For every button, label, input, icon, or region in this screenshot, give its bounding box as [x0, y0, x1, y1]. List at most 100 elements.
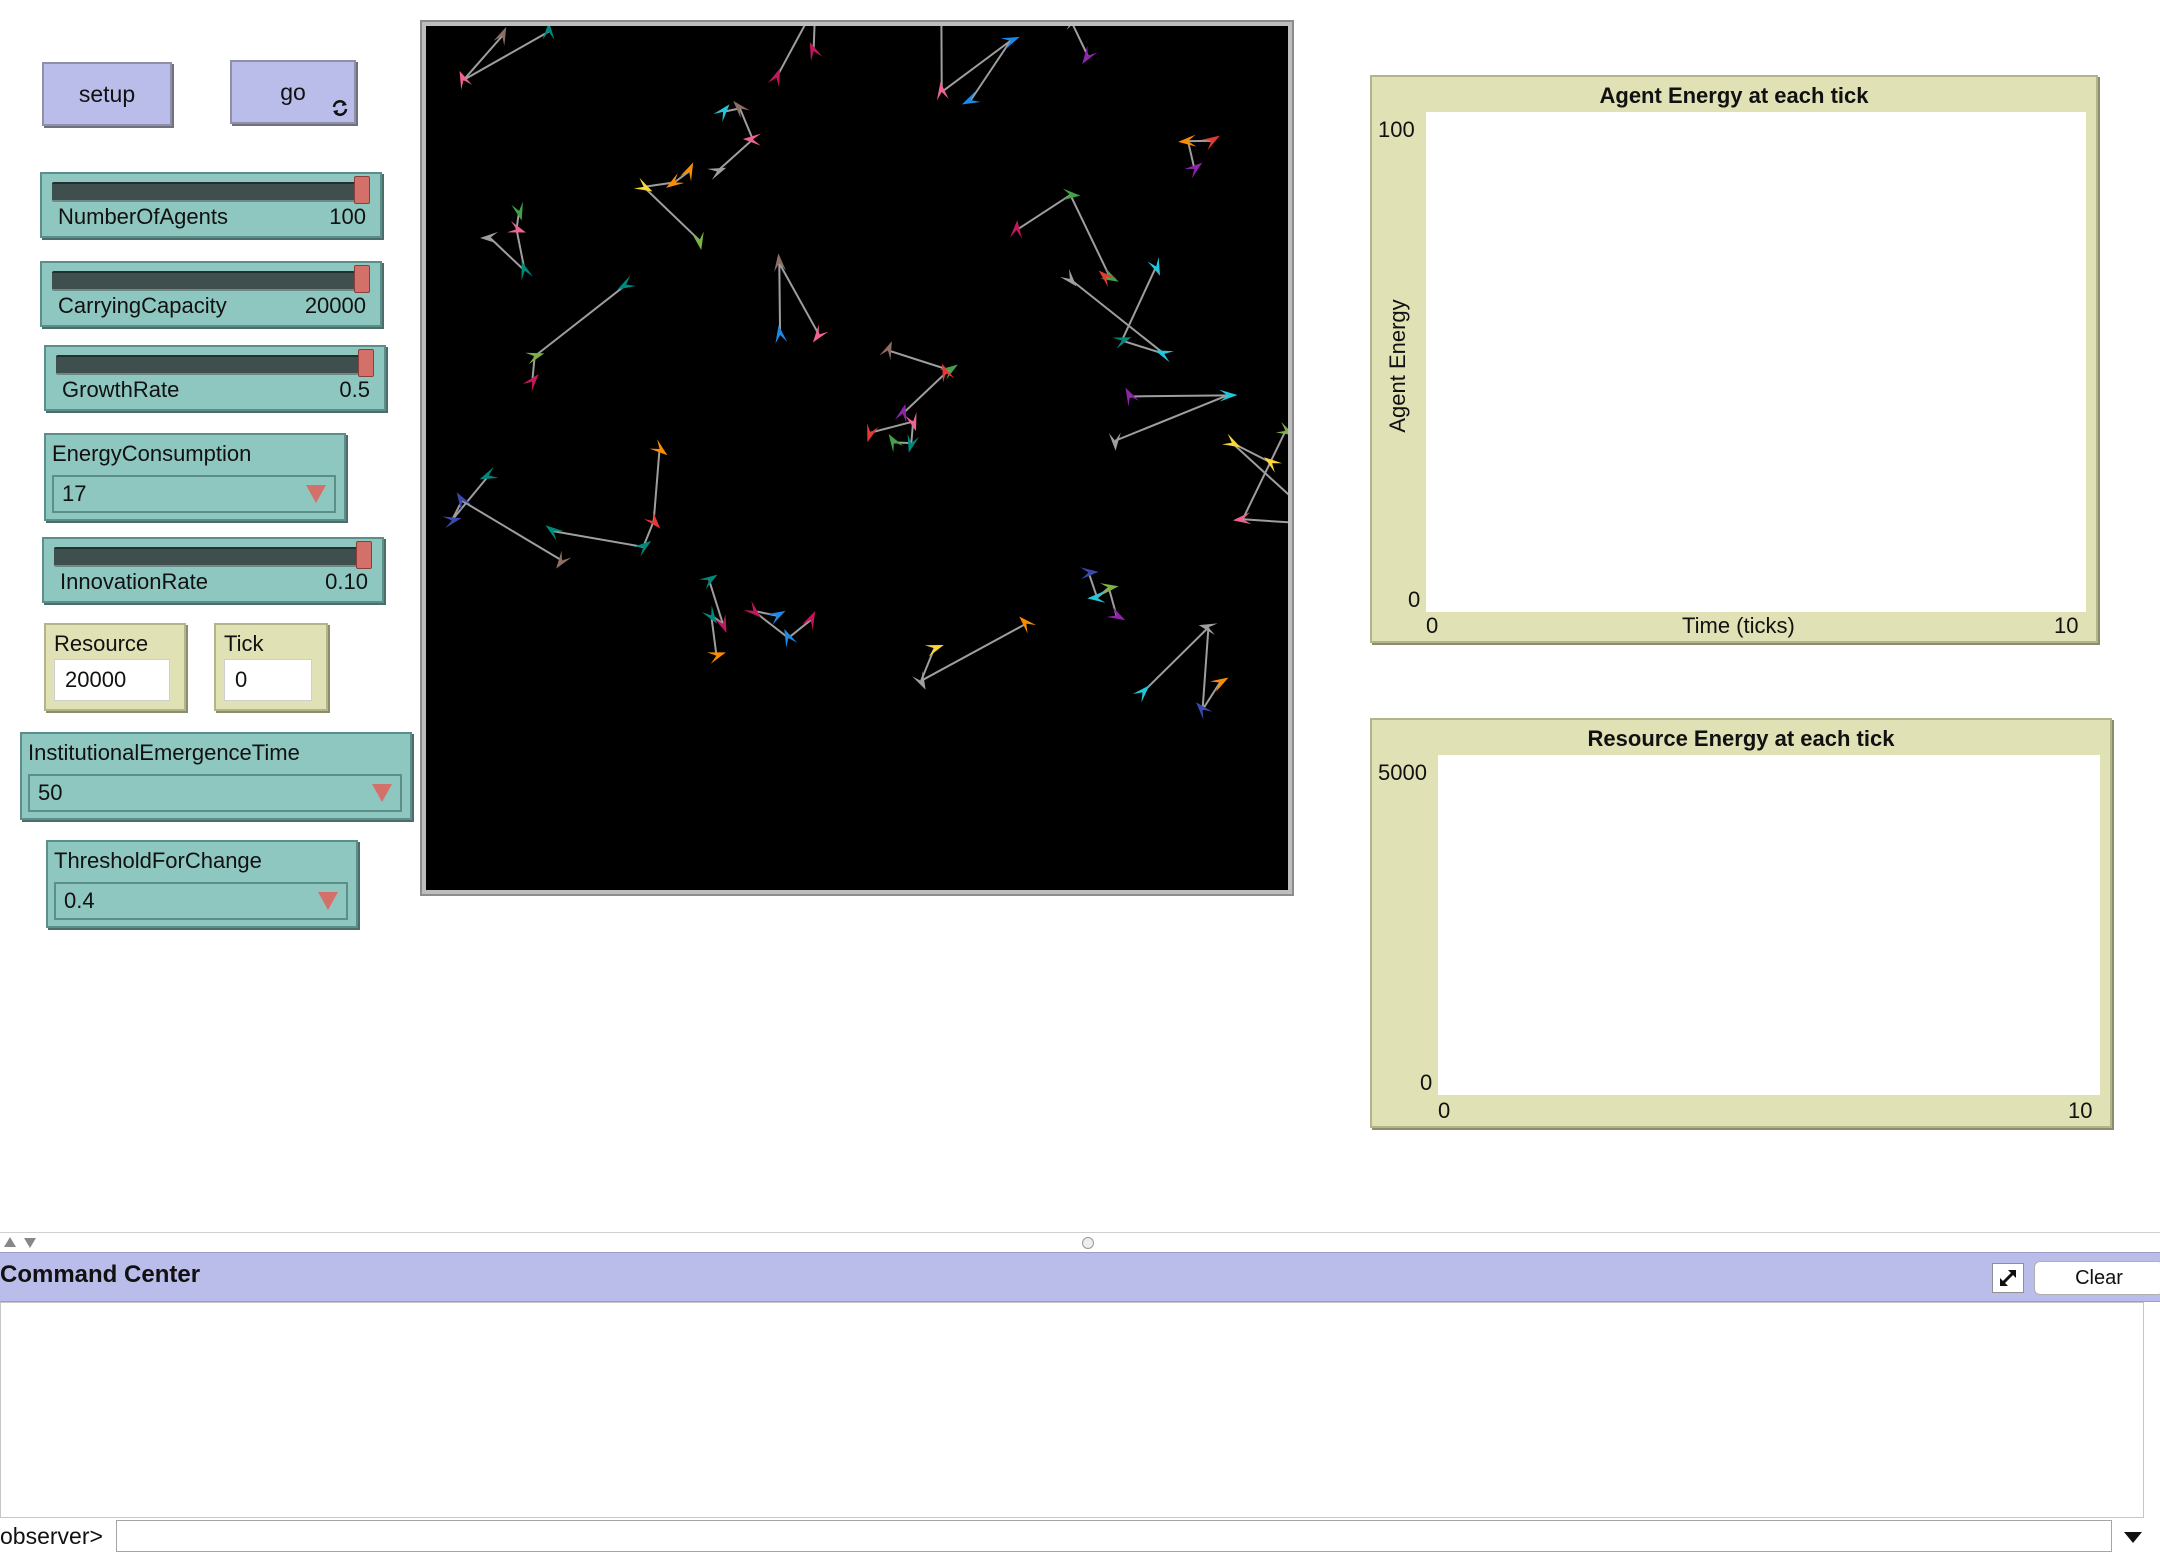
x-max-label: 10	[2068, 1098, 2093, 1123]
chooser-dropdown[interactable]: 50	[28, 774, 402, 812]
agent-link	[787, 619, 812, 639]
agent-link	[778, 262, 820, 335]
monitor-value: 20000	[65, 667, 127, 692]
world-canvas	[442, 26, 1288, 720]
chooser-value: 50	[38, 780, 63, 805]
resource-monitor: Resource 20000	[44, 623, 186, 711]
slider-thumb[interactable]	[354, 176, 370, 204]
drag-handle-icon[interactable]	[1082, 1237, 1094, 1249]
agent-turtle	[701, 605, 717, 624]
agent-link	[1241, 430, 1287, 520]
y-min-label: 0	[1408, 587, 1421, 612]
y-axis-label: Agent Energy	[1385, 299, 1410, 433]
innovation-rate-slider[interactable]: InnovationRate 0.10	[42, 537, 384, 603]
slider-thumb[interactable]	[358, 349, 374, 377]
slider-value: 100	[329, 204, 366, 229]
energy-consumption-chooser[interactable]: EnergyConsumption 17	[44, 433, 346, 521]
agent-link	[673, 170, 690, 184]
agent-link	[887, 349, 950, 372]
agent-turtle	[680, 162, 694, 182]
slider-thumb[interactable]	[354, 265, 370, 293]
slider-track[interactable]	[52, 271, 370, 291]
growth-rate-slider[interactable]: GrowthRate 0.5	[44, 345, 386, 411]
agent-turtle	[1132, 685, 1150, 703]
x-max-label: 10	[2054, 613, 2079, 638]
slider-track[interactable]	[52, 182, 370, 202]
x-min-label: 0	[1438, 1098, 1451, 1123]
agent-link	[920, 622, 1027, 682]
y-max-label: 100	[1378, 117, 1415, 142]
agent-turtle	[1209, 677, 1229, 692]
agent-turtle	[961, 91, 981, 105]
collapse-down-icon[interactable]	[24, 1238, 36, 1248]
agent-turtle	[617, 275, 637, 290]
agent-link	[1072, 26, 1089, 57]
dropdown-arrow-icon	[306, 485, 326, 503]
agent-turtle	[1232, 512, 1252, 525]
history-dropdown-icon[interactable]	[2124, 1532, 2142, 1543]
agent-turtle	[480, 231, 499, 244]
slider-label: GrowthRate	[62, 377, 180, 402]
agent-turtle	[1275, 421, 1288, 435]
number-of-agents-slider[interactable]: NumberOfAgents 100	[40, 172, 382, 238]
agent-turtle	[936, 81, 949, 101]
collapse-up-icon[interactable]	[4, 1237, 16, 1247]
agent-turtle	[522, 374, 539, 392]
command-input-row: observer>	[0, 1520, 2160, 1552]
clear-button[interactable]: Clear	[2034, 1261, 2160, 1295]
command-center-header: Command Center Clear	[0, 1252, 2160, 1302]
agent-link	[1069, 194, 1111, 278]
y-min-label: 0	[1420, 1070, 1433, 1095]
monitor-value-box: 20000	[54, 659, 170, 701]
slider-track[interactable]	[56, 355, 374, 375]
agent-turtle	[905, 412, 917, 432]
plot-area	[1438, 755, 2100, 1095]
agent-turtle	[707, 167, 727, 181]
agent-turtle	[879, 341, 892, 361]
carrying-capacity-slider[interactable]: CarryingCapacity 20000	[40, 261, 382, 327]
agent-link	[534, 283, 627, 358]
threshold-for-change-chooser[interactable]: ThresholdForChange 0.4	[46, 840, 358, 928]
go-button[interactable]: go	[230, 60, 356, 124]
expand-icon	[1999, 1269, 2017, 1287]
world-view[interactable]	[420, 20, 1294, 896]
slider-thumb[interactable]	[356, 541, 372, 569]
slider-track[interactable]	[54, 547, 372, 567]
institutional-emergence-time-chooser[interactable]: InstitutionalEmergenceTime 50	[20, 732, 412, 820]
forever-icon	[332, 100, 348, 116]
slider-label: CarryingCapacity	[58, 293, 227, 318]
setup-button[interactable]: setup	[42, 62, 172, 126]
plot-area	[1426, 112, 2086, 612]
panel-divider[interactable]	[0, 1232, 2160, 1250]
agent-turtle	[1108, 432, 1121, 451]
expand-button[interactable]	[1992, 1263, 2024, 1293]
command-input[interactable]	[116, 1520, 2112, 1552]
observer-prompt[interactable]: observer>	[0, 1523, 103, 1550]
agent-link	[1141, 626, 1210, 694]
command-center-output[interactable]	[0, 1302, 2144, 1518]
slider-label: InnovationRate	[60, 569, 208, 594]
slider-value: 20000	[304, 293, 366, 318]
agent-link	[716, 138, 754, 173]
agent-turtle	[1010, 220, 1022, 239]
agent-link	[902, 372, 947, 415]
agent-link	[1201, 627, 1210, 710]
agent-turtle	[1154, 350, 1174, 363]
agent-turtle	[924, 645, 944, 657]
agent-turtle	[743, 601, 761, 618]
chooser-value: 0.4	[64, 888, 95, 913]
slider-value: 0.10	[325, 569, 368, 594]
agent-link	[461, 499, 563, 562]
agent-link	[870, 420, 914, 434]
chooser-dropdown[interactable]: 0.4	[54, 882, 348, 920]
monitor-label: Resource	[54, 631, 149, 656]
agent-turtle	[633, 177, 653, 192]
agent-turtle	[479, 466, 499, 480]
go-button-label: go	[280, 78, 306, 105]
y-max-label: 5000	[1378, 760, 1427, 785]
chooser-dropdown[interactable]: 17	[52, 475, 336, 513]
agent-link	[1069, 278, 1165, 355]
slider-value: 0.5	[339, 377, 370, 402]
chooser-value: 17	[62, 481, 87, 506]
setup-button-label: setup	[78, 80, 136, 107]
